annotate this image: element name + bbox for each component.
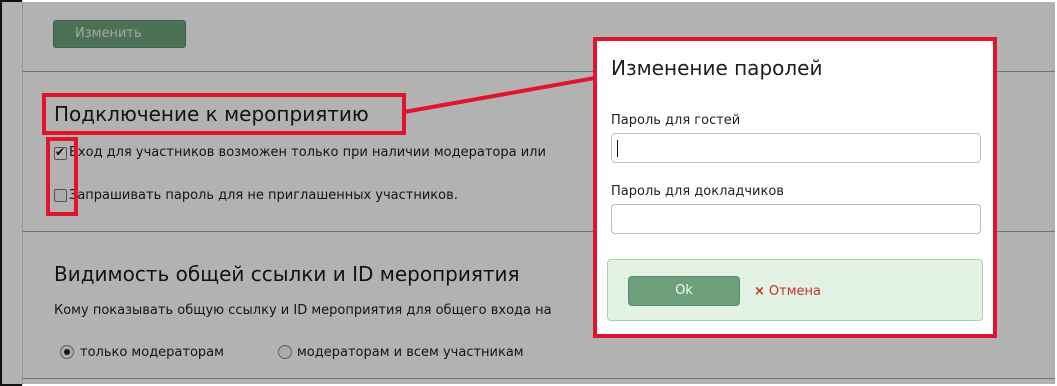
ok-button[interactable]: Ok — [628, 276, 740, 306]
cancel-button[interactable]: × Отмена — [754, 284, 821, 299]
text-caret — [617, 140, 618, 157]
speaker-password-field[interactable] — [611, 204, 981, 234]
annotation-checkbox-highlight — [46, 137, 78, 216]
speaker-password-label: Пароль для докладчиков — [611, 184, 784, 199]
dialog-footer: Ok × Отмена — [607, 259, 983, 321]
annotation-title-highlight — [42, 93, 406, 135]
cancel-label: Отмена — [768, 284, 821, 299]
close-icon: × — [754, 284, 765, 299]
dialog-title: Изменение паролей — [611, 56, 823, 80]
guest-password-field[interactable] — [611, 133, 981, 163]
guest-password-label: Пароль для гостей — [611, 113, 741, 128]
change-passwords-dialog: Изменение паролей Пароль для гостей Паро… — [593, 37, 997, 338]
